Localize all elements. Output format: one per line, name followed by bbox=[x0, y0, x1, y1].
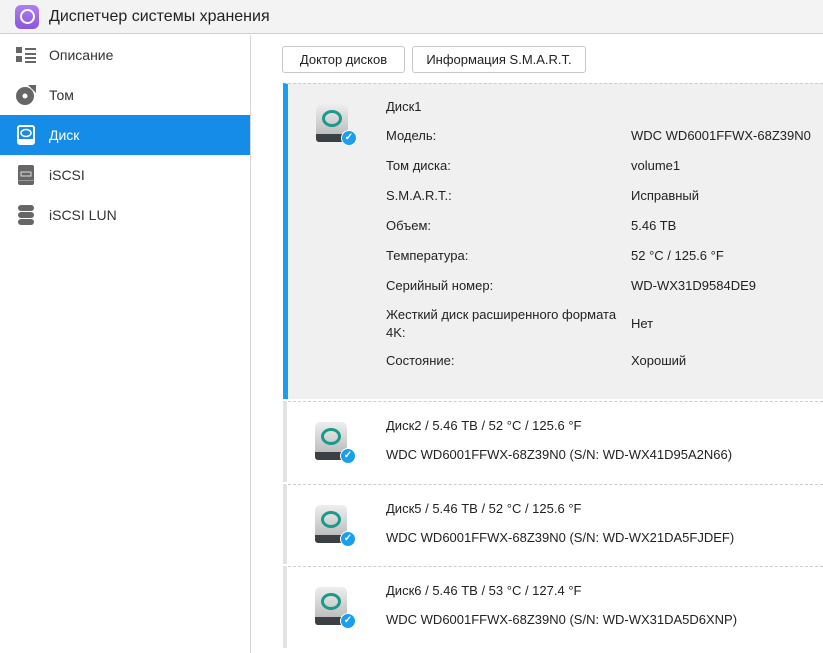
disk-card-selected[interactable]: ✓ Диск1 Модель: WDC WD6001FFWX-68Z39N0 Т… bbox=[283, 83, 823, 399]
title-bar: Диспетчер системы хранения bbox=[0, 0, 823, 34]
disk-healthy-icon: ✓ bbox=[315, 505, 356, 547]
field-value: WDC WD6001FFWX-68Z39N0 bbox=[631, 128, 811, 143]
sidebar-item-iscsi[interactable]: iSCSI bbox=[0, 155, 250, 195]
disk-summary: Диск2 / 5.46 TB / 52 °C / 125.6 °F bbox=[386, 418, 582, 433]
database-icon bbox=[16, 205, 36, 225]
field-value: Исправный bbox=[631, 188, 700, 203]
field-label: Состояние: bbox=[386, 353, 455, 368]
sidebar-item-label: iSCSI bbox=[49, 167, 85, 183]
disk-healthy-icon: ✓ bbox=[316, 104, 357, 146]
disk-detail: WDC WD6001FFWX-68Z39N0 (S/N: WD-WX41D95A… bbox=[386, 447, 733, 462]
field-label: Объем: bbox=[386, 218, 432, 233]
field-label: Жесткий диск расширенного формата 4K: bbox=[386, 307, 617, 340]
field-label: Серийный номер: bbox=[386, 278, 494, 293]
volume-icon bbox=[16, 85, 36, 105]
sidebar-item-volume[interactable]: Том bbox=[0, 75, 250, 115]
sidebar-item-overview[interactable]: Описание bbox=[0, 35, 250, 75]
list-icon bbox=[16, 45, 36, 65]
disk-card[interactable]: ✓ Диск5 / 5.46 TB / 52 °C / 125.6 °F WDC… bbox=[283, 484, 823, 564]
disk-doctor-button[interactable]: Доктор дисков bbox=[282, 46, 405, 73]
field-value: 52 °C / 125.6 °F bbox=[631, 248, 724, 263]
field-value: WD-WX31D9584DE9 bbox=[631, 278, 756, 293]
disk-detail: WDC WD6001FFWX-68Z39N0 (S/N: WD-WX21DA5F… bbox=[386, 530, 735, 545]
field-value: volume1 bbox=[631, 158, 681, 173]
sidebar: Описание Том Диск iSCSI iSCSI LUN bbox=[0, 35, 251, 653]
disk-card[interactable]: ✓ Диск6 / 5.46 TB / 53 °C / 127.4 °F WDC… bbox=[283, 566, 823, 648]
smart-info-button[interactable]: Информация S.M.A.R.T. bbox=[412, 46, 586, 73]
disk-name: Диск1 bbox=[386, 99, 422, 114]
field-value: 5.46 TB bbox=[631, 218, 677, 233]
field-label: Том диска: bbox=[386, 158, 451, 173]
iscsi-icon bbox=[16, 165, 36, 185]
disk-detail: WDC WD6001FFWX-68Z39N0 (S/N: WD-WX31DA5D… bbox=[386, 612, 738, 627]
field-value: Хороший bbox=[631, 353, 687, 368]
field-label: S.M.A.R.T.: bbox=[386, 188, 452, 203]
field-value: Нет bbox=[631, 316, 654, 331]
disk-healthy-icon: ✓ bbox=[315, 422, 356, 464]
sidebar-item-label: Диск bbox=[49, 127, 80, 143]
sidebar-item-label: iSCSI LUN bbox=[49, 207, 117, 223]
sidebar-item-label: Том bbox=[49, 87, 74, 103]
field-label: Температура: bbox=[386, 248, 469, 263]
storage-manager-app-icon bbox=[15, 4, 39, 29]
sidebar-item-disk[interactable]: Диск bbox=[0, 115, 250, 155]
disk-summary: Диск6 / 5.46 TB / 53 °C / 127.4 °F bbox=[386, 583, 582, 598]
sidebar-item-iscsi-lun[interactable]: iSCSI LUN bbox=[0, 195, 250, 235]
disk-icon bbox=[16, 125, 36, 145]
window-title: Диспетчер системы хранения bbox=[49, 7, 270, 25]
field-label: Модель: bbox=[386, 128, 437, 143]
disk-summary: Диск5 / 5.46 TB / 52 °C / 125.6 °F bbox=[386, 501, 582, 516]
sidebar-item-label: Описание bbox=[49, 47, 114, 63]
disk-card[interactable]: ✓ Диск2 / 5.46 TB / 52 °C / 125.6 °F WDC… bbox=[283, 401, 823, 482]
disk-healthy-icon: ✓ bbox=[315, 587, 356, 629]
main-panel: Доктор дисков Информация S.M.A.R.T. ✓ Ди… bbox=[252, 35, 823, 653]
